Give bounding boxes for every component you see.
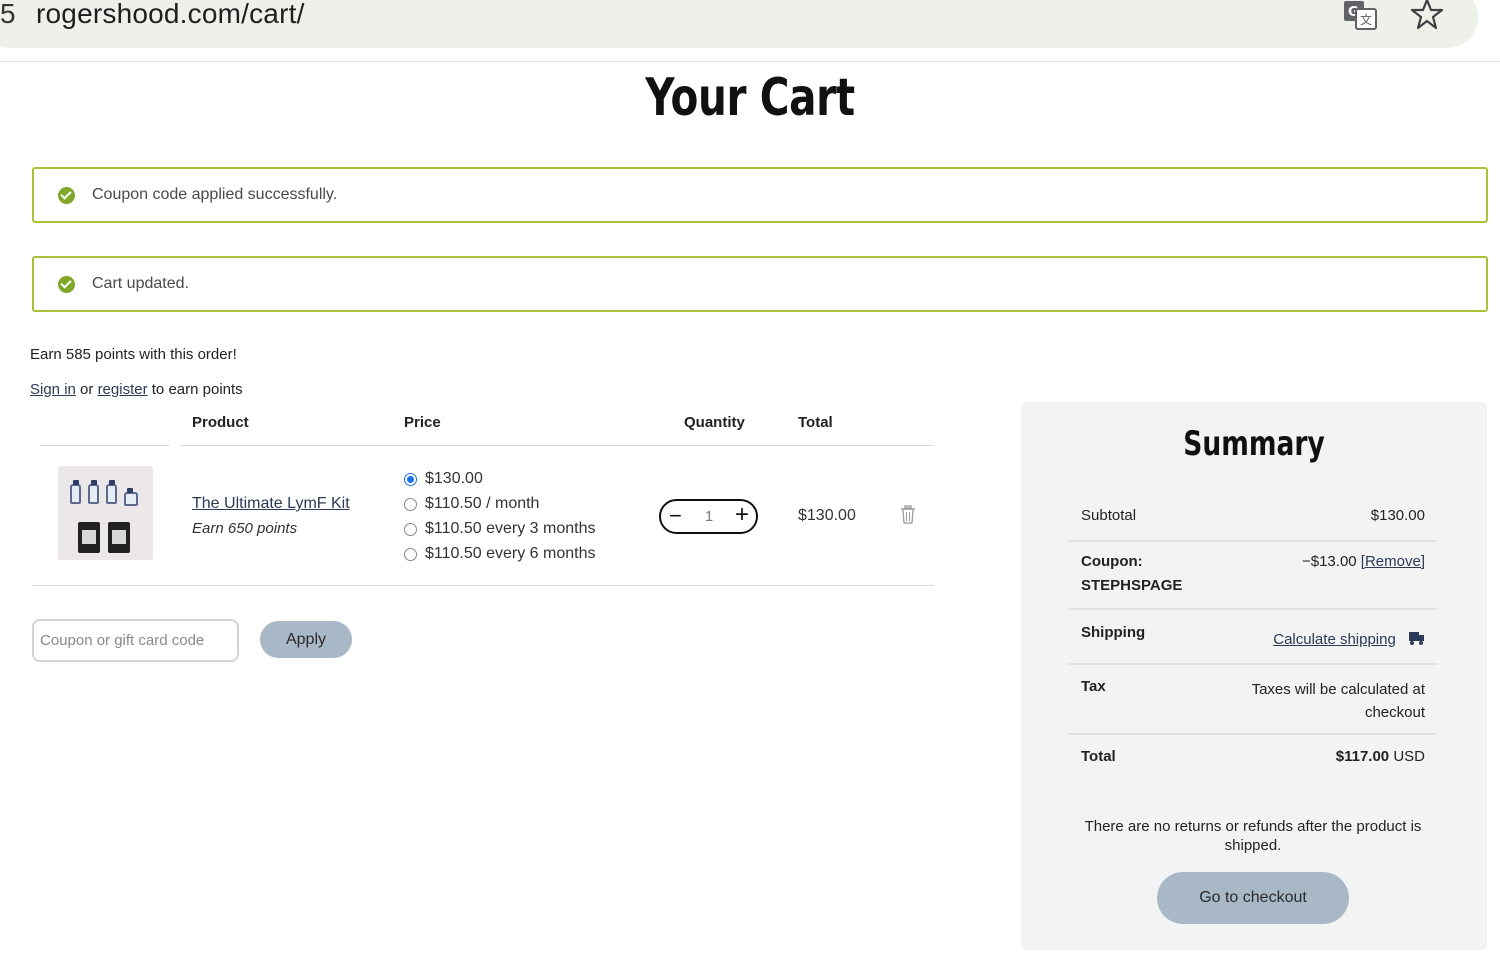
summary-divider xyxy=(1069,733,1437,735)
plus-icon[interactable]: + xyxy=(735,502,749,528)
address-bar-edge-glyph: 5 xyxy=(0,0,16,29)
product-bottle xyxy=(88,480,99,504)
tax-value: Taxes will be calculated at checkout xyxy=(1252,678,1425,724)
go-to-checkout-button[interactable]: Go to checkout xyxy=(1157,872,1349,924)
points-suffix-text: to earn points xyxy=(147,381,243,398)
product-jar xyxy=(78,522,100,553)
order-summary-panel: Summary Subtotal $130.00 Coupon: STEPHSP… xyxy=(1021,402,1487,950)
summary-divider xyxy=(1069,540,1437,542)
price-option[interactable]: $130.00 xyxy=(404,470,483,488)
product-image[interactable] xyxy=(58,466,153,560)
product-name-link[interactable]: The Ultimate LymF Kit xyxy=(192,495,350,513)
remove-coupon-link[interactable]: [Remove] xyxy=(1361,553,1425,570)
summary-divider xyxy=(1069,608,1437,610)
svg-text:文: 文 xyxy=(1360,12,1372,27)
page-title: Your Cart xyxy=(645,68,855,128)
quantity-value[interactable]: 1 xyxy=(701,508,717,525)
register-link[interactable]: register xyxy=(98,381,148,398)
tax-label: Tax xyxy=(1081,678,1106,695)
browser-toolbar: 5 rogershood.com/cart/ G 文 xyxy=(0,0,1500,62)
address-bar[interactable]: 5 rogershood.com/cart/ G 文 xyxy=(0,0,1478,48)
summary-divider xyxy=(1069,663,1437,665)
star-icon[interactable] xyxy=(1410,0,1444,30)
points-signin-line: Sign in or register to earn points xyxy=(30,381,243,398)
price-option-label: $130.00 xyxy=(425,470,483,487)
subtotal-label: Subtotal xyxy=(1081,507,1137,524)
radio-selected-icon[interactable] xyxy=(404,472,417,486)
notice-coupon-applied: Coupon code applied successfully. xyxy=(32,167,1488,223)
refund-policy-note: There are no returns or refunds after th… xyxy=(1084,818,1422,854)
price-option[interactable]: $110.50 every 6 months xyxy=(404,545,595,563)
total-amount: $117.00 xyxy=(1335,748,1390,765)
notice-cart-updated: Cart updated. xyxy=(32,256,1488,312)
summary-title: Summary xyxy=(1183,424,1325,464)
subtotal-value: $130.00 xyxy=(1370,507,1425,524)
calculate-shipping-link[interactable]: Calculate shipping xyxy=(1273,631,1396,648)
price-option-label: $110.50 every 3 months xyxy=(425,520,596,537)
product-jar xyxy=(108,522,130,553)
check-circle-icon xyxy=(58,187,75,204)
line-total: $130.00 xyxy=(798,507,856,524)
price-option-label: $110.50 / month xyxy=(425,495,540,512)
tax-value-line: checkout xyxy=(1364,704,1425,721)
coupon-discount: −$13.00 [Remove] xyxy=(1302,553,1425,570)
price-option[interactable]: $110.50 / month xyxy=(404,495,539,513)
product-bottle xyxy=(106,480,117,504)
table-header-divider xyxy=(40,445,170,446)
tax-value-line: Taxes will be calculated at xyxy=(1251,681,1425,698)
sign-in-link[interactable]: Sign in xyxy=(30,381,76,398)
translate-icon[interactable]: G 文 xyxy=(1343,0,1377,30)
product-bottle xyxy=(70,480,81,504)
price-option-label: $110.50 every 6 months xyxy=(425,545,596,562)
quantity-stepper[interactable]: − 1 + xyxy=(659,499,758,534)
coupon-label: Coupon: xyxy=(1081,553,1143,570)
total-label: Total xyxy=(1081,748,1116,765)
check-circle-icon xyxy=(58,276,75,293)
total-currency: USD xyxy=(1389,748,1425,765)
trash-icon[interactable] xyxy=(900,505,916,524)
shipping-label: Shipping xyxy=(1081,624,1146,641)
price-option[interactable]: $110.50 every 3 months xyxy=(404,520,595,538)
points-or-text: or xyxy=(75,381,98,398)
table-row-divider xyxy=(32,585,934,586)
radio-icon[interactable] xyxy=(404,547,417,561)
truck-icon[interactable] xyxy=(1408,631,1425,646)
total-value: $117.00 USD xyxy=(1336,748,1425,765)
notice-message: Cart updated. xyxy=(92,275,189,292)
column-header-quantity: Quantity xyxy=(684,414,745,431)
coupon-discount-value: −$13.00 xyxy=(1301,553,1357,570)
shipping-value: Calculate shipping xyxy=(1273,631,1425,648)
column-header-product: Product xyxy=(192,414,249,431)
column-header-price: Price xyxy=(404,414,441,431)
coupon-code: STEPHSPAGE xyxy=(1081,577,1183,594)
product-bottle xyxy=(124,488,138,506)
notice-message: Coupon code applied successfully. xyxy=(92,186,338,203)
table-header-divider xyxy=(180,445,934,446)
points-earn-text: Earn 585 points with this order! xyxy=(30,346,237,363)
radio-icon[interactable] xyxy=(404,522,417,536)
product-earn-points: Earn 650 points xyxy=(192,520,298,537)
minus-icon[interactable]: − xyxy=(669,503,682,529)
radio-icon[interactable] xyxy=(404,497,417,511)
coupon-code-input[interactable] xyxy=(32,619,239,662)
column-header-total: Total xyxy=(798,414,833,431)
url-text[interactable]: rogershood.com/cart/ xyxy=(36,0,305,28)
apply-coupon-button[interactable]: Apply xyxy=(260,621,352,658)
